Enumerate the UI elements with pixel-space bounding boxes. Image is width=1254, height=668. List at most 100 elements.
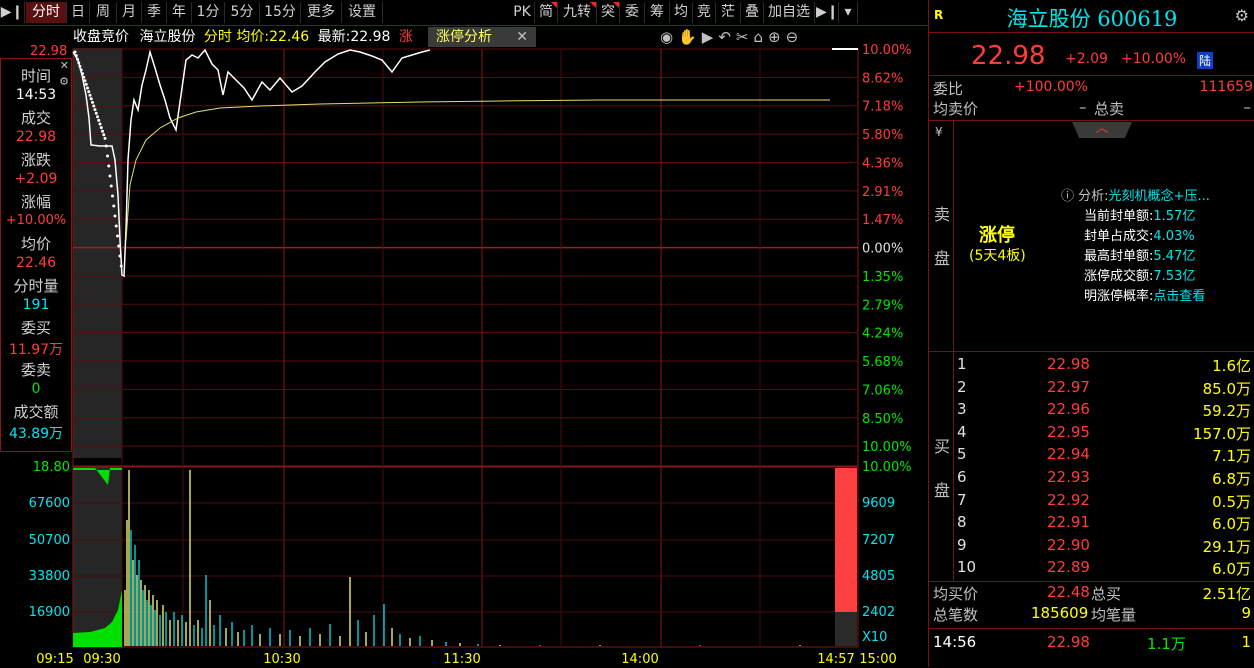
- zoom-in-icon[interactable]: ⊕: [768, 28, 786, 46]
- bid-row[interactable]: 4 22.95 157.0万: [929, 423, 1254, 445]
- bid-row[interactable]: 7 22.92 0.5万: [929, 491, 1254, 513]
- volume-tick-label: 67600: [29, 496, 70, 511]
- avg-label: 均价: [20, 235, 51, 253]
- change-value: +2.09: [14, 171, 58, 187]
- stat-row: 涨停成交额:7.53亿: [1084, 267, 1205, 287]
- scissors-icon[interactable]: ✂: [736, 28, 754, 46]
- bid-row[interactable]: 1 22.98 1.6亿: [929, 355, 1254, 377]
- time-tick-label: 11:30: [443, 652, 480, 667]
- bid-volume: 0.5万: [1212, 492, 1251, 511]
- stat-value: 1.57亿: [1153, 209, 1196, 224]
- bid-level: 3: [957, 400, 967, 419]
- pct-tick-label: 5.80%: [862, 128, 903, 143]
- avg-value: 22.46: [15, 255, 57, 271]
- sell-side-label-1: 卖: [934, 205, 951, 224]
- play-icon[interactable]: ▶: [702, 28, 719, 46]
- bid-level: 7: [957, 490, 967, 509]
- volume-right-tick-label: 9609: [862, 496, 895, 511]
- limit-status: 涨停: [979, 225, 1015, 246]
- time-tick-label: 10:30: [263, 652, 300, 667]
- pct-label: 涨幅: [20, 193, 51, 211]
- pct-tick-label: 2.79%: [862, 298, 903, 313]
- bid-price: 22.95: [1047, 422, 1090, 441]
- avg-sell-row: 均卖价 – 总卖 –: [929, 97, 1254, 119]
- bid-label: 委买: [20, 319, 51, 337]
- bid-volume: 6.8万: [1212, 470, 1251, 488]
- analysis-row[interactable]: ⓘ 分析:光刻机概念+压...: [1061, 185, 1210, 204]
- time-tick-label: 14:57: [817, 652, 854, 667]
- auction-point: [97, 118, 101, 122]
- pct-tick-label: 5.68%: [862, 355, 903, 370]
- intraday-chart[interactable]: 10.00% 8.62% 7.18% 5.80% 4.36% 2.91% 1.47% 0.00…: [0, 0, 928, 667]
- bid-volume: 85.0万: [1202, 379, 1251, 398]
- closing-volume-tail: [835, 612, 857, 646]
- analysis-label: 分析:: [1078, 189, 1109, 204]
- gear-icon[interactable]: ⚙: [1235, 6, 1249, 25]
- pct-tick-label: 8.50%: [862, 412, 903, 427]
- tick-price: 22.98: [1047, 633, 1090, 651]
- bid-level: 8: [957, 513, 967, 532]
- volume-tick-label: 33800: [29, 569, 70, 584]
- limit-probability-link[interactable]: 点击查看: [1153, 289, 1205, 304]
- collapse-up-icon[interactable]: ︿: [1072, 122, 1132, 138]
- eye-icon[interactable]: ◉: [660, 28, 678, 46]
- lock-icon[interactable]: ⌂: [753, 28, 768, 46]
- close-icon[interactable]: ✕: [516, 27, 528, 47]
- bid-row[interactable]: 5 22.94 7.1万: [929, 445, 1254, 467]
- volume-right-tick-label: 10.00%: [862, 460, 912, 475]
- yen-icon: ¥: [935, 125, 943, 139]
- header-latest-value: 22.98: [350, 29, 391, 45]
- bid-level: 1: [957, 355, 967, 373]
- total-buy-label: 总买: [1091, 585, 1122, 603]
- sell-box: ¥ 卖 盘 ︿ 涨停 (5天4板) ⓘ 分析:光刻机概念+压... 当前封单额:…: [929, 120, 1254, 352]
- bid-row[interactable]: 2 22.97 85.0万: [929, 378, 1254, 400]
- undo-icon[interactable]: ↶: [718, 28, 736, 46]
- volume-tick-label: 18.80: [33, 460, 70, 475]
- bid-volume: 29.1万: [1202, 537, 1251, 556]
- time-tick-label: 14:00: [621, 652, 658, 667]
- auction-point: [73, 50, 77, 54]
- amount-value: 43.89万: [8, 426, 64, 442]
- auction-point: [118, 254, 122, 258]
- bid-row[interactable]: 3 22.96 59.2万: [929, 400, 1254, 422]
- buy-box: 买 盘 1 22.98 1.6亿 2 22.97 85.0万 3 22.96 59.2万 4 22.…: [929, 353, 1254, 581]
- pct-tick-label: 2.91%: [862, 185, 903, 200]
- bid-row[interactable]: 6 22.93 6.8万: [929, 468, 1254, 490]
- auction-point: [111, 194, 114, 198]
- hand-icon[interactable]: ✋: [678, 28, 702, 46]
- auction-point: [107, 164, 111, 168]
- volume-tick-label: 16900: [29, 605, 70, 620]
- auction-point: [106, 154, 109, 158]
- auction-point: [103, 136, 107, 140]
- pct-tick-label: 1.35%: [862, 270, 903, 285]
- header-avg-value: 22.46: [269, 29, 310, 45]
- auction-point: [81, 72, 84, 76]
- bid-level: 5: [957, 445, 967, 464]
- quote-panel: R 海立股份 600619 ⚙ 22.98 +2.09 +10.00% 陆 委比…: [928, 0, 1254, 667]
- zoom-out-icon[interactable]: ⊖: [786, 28, 804, 46]
- avg-deal-value: 9: [1241, 604, 1251, 622]
- bid-price: 22.96: [1047, 400, 1090, 419]
- avg-buy-value: 22.48: [1047, 583, 1090, 601]
- volume-right-tick-label: 7207: [862, 533, 895, 548]
- tick-volume: 1.1万: [1147, 635, 1186, 653]
- auction-point: [117, 244, 121, 248]
- auction-point: [77, 61, 81, 65]
- limit-analysis-tab[interactable]: 涨停分析 ✕: [428, 27, 536, 47]
- analysis-value: 光刻机概念+压...: [1108, 189, 1210, 204]
- time-tick-label: 09:15: [36, 652, 73, 667]
- bid-row[interactable]: 10 22.89 6.0万: [929, 558, 1254, 580]
- bid-row[interactable]: 8 22.91 6.0万: [929, 513, 1254, 535]
- pct-tick-label: 4.36%: [862, 156, 903, 171]
- sell-side-label-2: 盘: [934, 249, 951, 268]
- bid-level: 2: [957, 377, 967, 396]
- deal-label: 成交: [20, 109, 51, 127]
- stat-row[interactable]: 明涨停概率:点击查看: [1084, 287, 1205, 307]
- total-deals-label: 总笔数: [933, 606, 979, 624]
- weibi-label: 委比: [933, 80, 964, 98]
- bid-row[interactable]: 9 22.90 29.1万: [929, 536, 1254, 558]
- auction-point: [92, 104, 96, 108]
- volume-tick-label: 50700: [29, 533, 70, 548]
- auction-point: [78, 64, 82, 68]
- pct-tick-label: 1.47%: [862, 213, 903, 228]
